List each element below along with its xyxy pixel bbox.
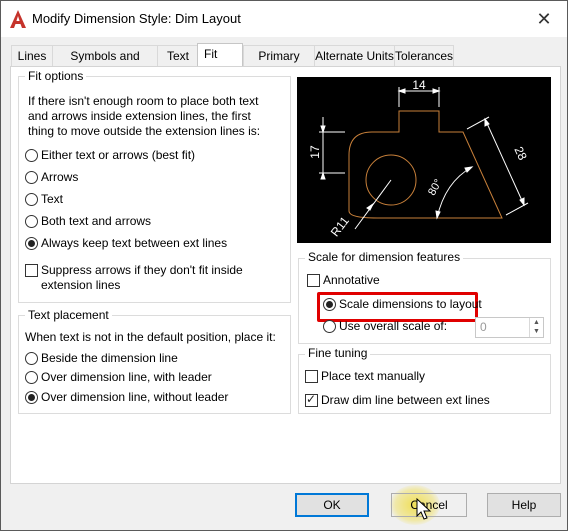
text-placement-description: When text is not in the default position… xyxy=(25,330,276,344)
radio-best-fit-label[interactable]: Either text or arrows (best fit) xyxy=(41,148,195,162)
place-text-manually-label[interactable]: Place text manually xyxy=(321,369,425,383)
close-icon[interactable]: ✕ xyxy=(529,5,559,33)
fit-options-description: If there isn't enough room to place both… xyxy=(28,94,261,138)
preview-dim-left: 17 xyxy=(308,145,322,159)
tab-alternate-units[interactable]: Alternate Units xyxy=(314,45,395,66)
radio-scale-to-layout[interactable] xyxy=(323,298,336,311)
radio-scale-to-layout-label[interactable]: Scale dimensions to layout xyxy=(339,297,482,311)
radio-over-with-leader[interactable] xyxy=(25,371,38,384)
radio-overall-scale[interactable] xyxy=(323,320,336,333)
scale-group-label: Scale for dimension features xyxy=(305,250,464,264)
tab-fit[interactable]: Fit xyxy=(197,43,243,66)
radio-beside-dimension-line-label[interactable]: Beside the dimension line xyxy=(41,351,178,365)
radio-both-text-and-arrows-label[interactable]: Both text and arrows xyxy=(41,214,151,228)
preview-dim-radius: R11 xyxy=(328,214,352,240)
text-placement-label: Text placement xyxy=(25,308,112,322)
radio-beside-dimension-line[interactable] xyxy=(25,352,38,365)
radio-overall-scale-label[interactable]: Use overall scale of: xyxy=(339,319,447,333)
preview-dim-angle: 80° xyxy=(426,177,445,197)
tab-tolerances[interactable]: Tolerances xyxy=(394,45,454,66)
tab-strip: Lines Symbols and Arrows Text Fit Primar… xyxy=(11,43,559,83)
tab-symbols-and-arrows[interactable]: Symbols and Arrows xyxy=(52,45,158,83)
tab-text[interactable]: Text xyxy=(157,45,199,66)
help-button[interactable]: Help xyxy=(487,493,561,517)
radio-arrows-label[interactable]: Arrows xyxy=(41,170,78,184)
preview-drawing: 14 17 28 80° R11 xyxy=(308,78,530,240)
radio-always-keep-text-label[interactable]: Always keep text between ext lines xyxy=(41,236,227,250)
window-title: Modify Dimension Style: Dim Layout xyxy=(32,11,241,26)
draw-dim-line-checkbox[interactable] xyxy=(305,392,318,407)
ok-button[interactable]: OK xyxy=(295,493,369,517)
tab-lines[interactable]: Lines xyxy=(11,45,53,66)
radio-always-keep-text[interactable] xyxy=(25,237,38,250)
dimension-preview: 14 17 28 80° R11 xyxy=(297,77,551,243)
radio-both-text-and-arrows[interactable] xyxy=(25,215,38,228)
preview-dim-top: 14 xyxy=(412,78,426,92)
radio-best-fit[interactable] xyxy=(25,149,38,162)
suppress-arrows-checkbox[interactable] xyxy=(25,264,38,277)
radio-text-label[interactable]: Text xyxy=(41,192,63,206)
spinner-arrows[interactable]: ▲ ▼ xyxy=(529,318,543,337)
place-text-manually-checkbox[interactable] xyxy=(305,370,318,383)
title-bar: Modify Dimension Style: Dim Layout ✕ xyxy=(1,1,567,37)
annotative-label[interactable]: Annotative xyxy=(323,273,380,287)
radio-arrows[interactable] xyxy=(25,171,38,184)
radio-over-without-leader-label[interactable]: Over dimension line, without leader xyxy=(41,390,228,404)
mouse-pointer-icon xyxy=(416,498,432,520)
fit-options-label: Fit options xyxy=(25,69,87,83)
autocad-a-icon xyxy=(10,10,26,28)
draw-dim-line-label[interactable]: Draw dim line between ext lines xyxy=(321,393,490,407)
radio-text[interactable] xyxy=(25,193,38,206)
radio-over-without-leader[interactable] xyxy=(25,391,38,404)
preview-dim-diag: 28 xyxy=(511,144,529,162)
annotative-checkbox[interactable] xyxy=(307,274,320,287)
overall-scale-value[interactable]: 0 xyxy=(480,320,487,334)
suppress-arrows-label-line2[interactable]: extension lines xyxy=(41,278,120,292)
overall-scale-input[interactable]: 0 ▲ ▼ xyxy=(475,317,544,338)
suppress-arrows-label-line1[interactable]: Suppress arrows if they don't fit inside xyxy=(41,263,243,277)
radio-over-with-leader-label[interactable]: Over dimension line, with leader xyxy=(41,370,212,384)
tab-primary-units[interactable]: Primary Units xyxy=(243,45,315,83)
fine-tuning-label: Fine tuning xyxy=(305,346,371,360)
dialog-window: Modify Dimension Style: Dim Layout ✕ Lin… xyxy=(0,0,568,531)
